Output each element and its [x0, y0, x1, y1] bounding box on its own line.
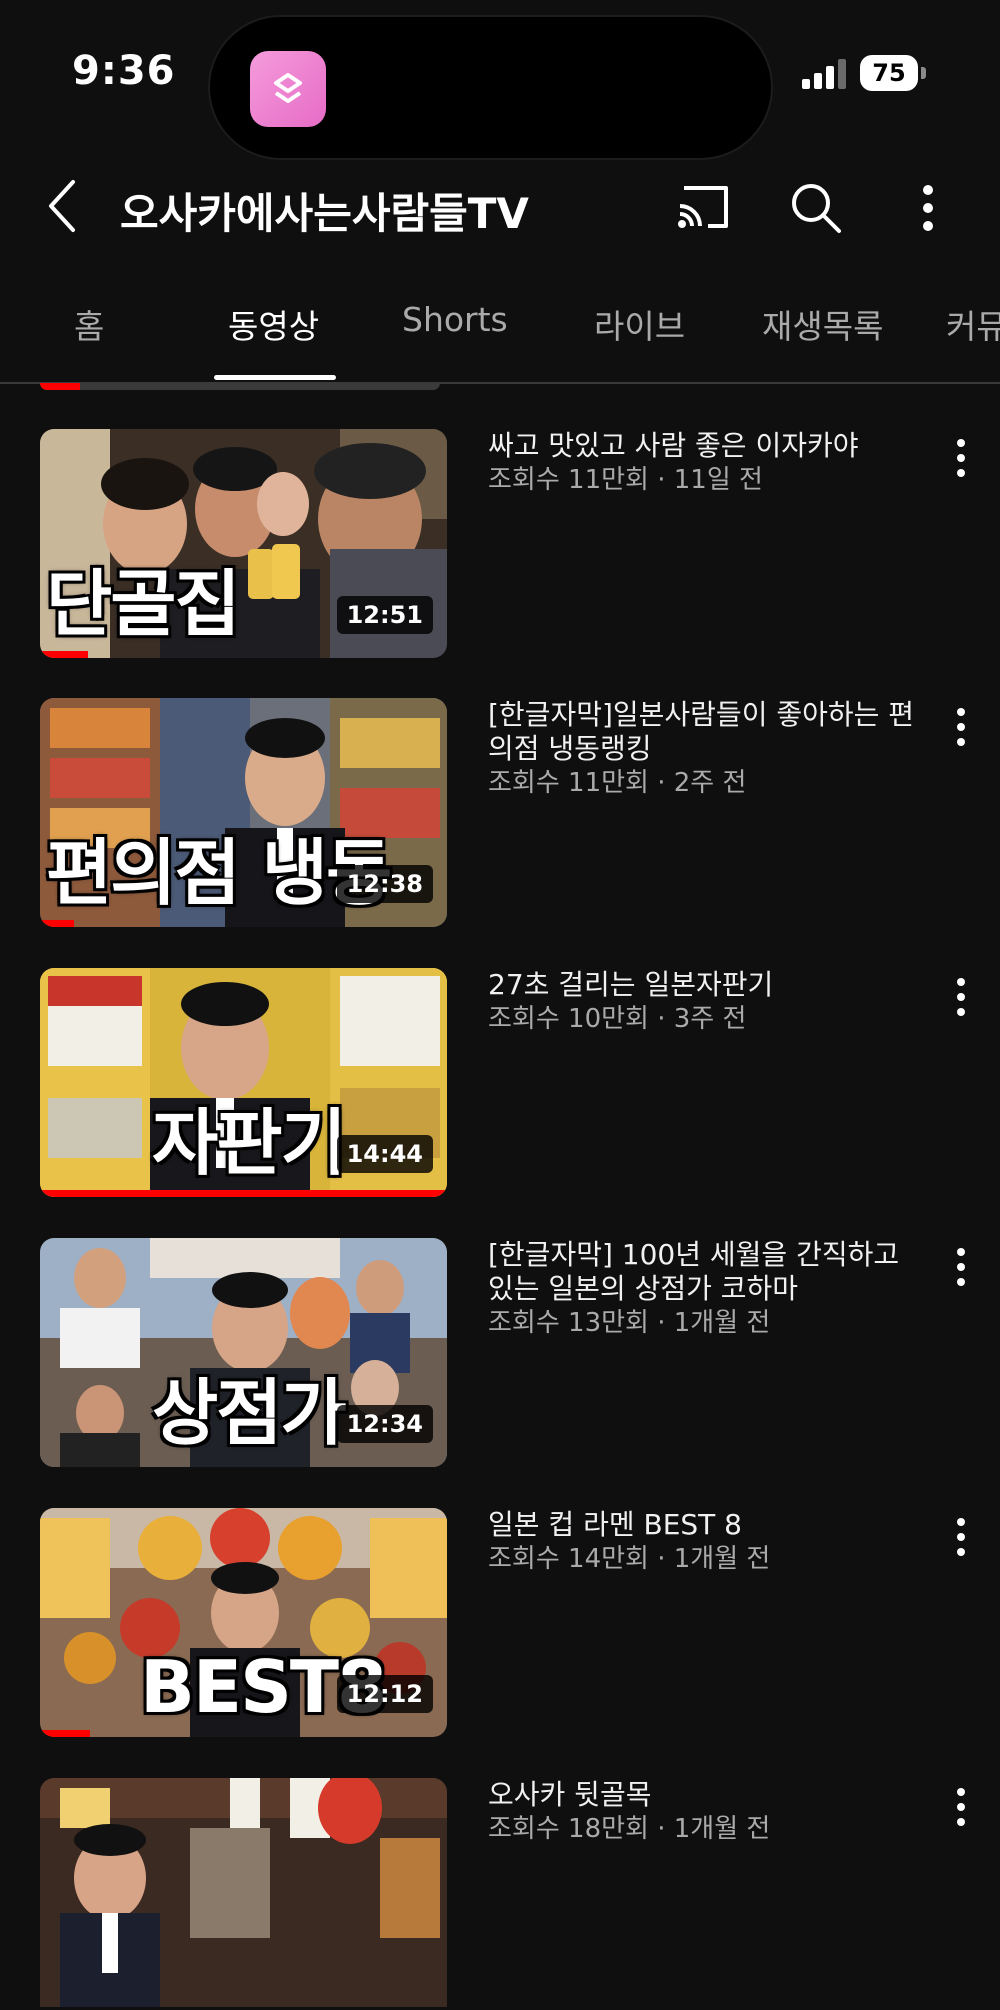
tab-videos[interactable]: 동영상	[228, 300, 319, 348]
video-meta: 조회수 10만회 · 3주 전	[488, 1004, 747, 1034]
video-duration: 12:38	[336, 865, 433, 903]
video-thumbnail[interactable]: 단골집 12:51	[40, 429, 447, 658]
watch-progress-bar	[40, 920, 74, 927]
video-duration: 12:34	[336, 1405, 433, 1443]
video-meta: 조회수 13만회 · 1개월 전	[488, 1308, 771, 1338]
video-more-icon[interactable]	[946, 972, 976, 1022]
video-meta: 조회수 11만회 · 11일 전	[488, 465, 763, 495]
video-item[interactable]: 편의점 냉동 12:38 [한글자막]일본사람들이 좋아하는 편의점 냉동랭킹 …	[0, 698, 1000, 930]
video-thumbnail[interactable]: 편의점 냉동 12:38	[40, 698, 447, 927]
cellular-signal-icon	[802, 59, 846, 89]
watch-progress-bar	[40, 1190, 447, 1197]
battery-icon: 75	[860, 55, 928, 91]
video-thumbnail[interactable]: 자판기 14:44	[40, 968, 447, 1197]
video-title[interactable]: [한글자막]일본사람들이 좋아하는 편의점 냉동랭킹	[488, 698, 928, 766]
video-title[interactable]: 일본 컵 라멘 BEST 8	[488, 1508, 928, 1542]
video-item[interactable]: 상점가 12:34 [한글자막] 100년 세월을 간직하고 있는 일본의 상점…	[0, 1238, 1000, 1470]
video-item[interactable]: BEST8 12:12 일본 컵 라멘 BEST 8 조회수 14만회 · 1개…	[0, 1508, 1000, 1740]
previous-video-thumbnail-edge[interactable]	[40, 383, 440, 390]
video-title[interactable]: 오사카 뒷골목	[488, 1778, 928, 1812]
video-more-icon[interactable]	[946, 433, 976, 483]
search-icon[interactable]	[788, 180, 844, 236]
video-item[interactable]: 단골집 12:51 싸고 맛있고 사람 좋은 이자카야 조회수 11만회 · 1…	[0, 429, 1000, 661]
battery-tip	[921, 67, 926, 79]
status-bar: 9:36 75	[0, 0, 1000, 160]
tab-live[interactable]: 라이브	[594, 300, 685, 348]
video-item[interactable]: 자판기 14:44 27초 걸리는 일본자판기 조회수 10만회 · 3주 전	[0, 968, 1000, 1200]
watch-progress-bar	[40, 383, 80, 390]
video-meta: 조회수 18만회 · 1개월 전	[488, 1814, 771, 1844]
active-tab-indicator	[214, 375, 336, 380]
video-duration: 14:44	[336, 1135, 433, 1173]
video-more-icon[interactable]	[946, 1512, 976, 1562]
video-thumbnail[interactable]: BEST8 12:12	[40, 1508, 447, 1737]
video-duration: 12:51	[336, 596, 433, 634]
tab-home[interactable]: 홈	[74, 300, 104, 348]
channel-header: 오사카에사는사람들TV	[0, 160, 1000, 250]
video-title[interactable]: [한글자막] 100년 세월을 간직하고 있는 일본의 상점가 코하마	[488, 1238, 928, 1306]
video-duration: 12:12	[336, 1675, 433, 1713]
shortcuts-app-icon[interactable]	[250, 51, 326, 127]
tab-playlists[interactable]: 재생목록	[762, 300, 883, 348]
tab-shorts[interactable]: Shorts	[402, 300, 508, 339]
shortcuts-glyph-icon	[274, 73, 302, 103]
more-options-icon[interactable]	[905, 180, 951, 236]
back-arrow-icon	[49, 180, 75, 232]
video-title[interactable]: 싸고 맛있고 사람 좋은 이자카야	[488, 429, 928, 463]
status-time: 9:36	[72, 48, 176, 94]
video-title[interactable]: 27초 걸리는 일본자판기	[488, 968, 928, 1002]
thumbnail-overlay-text: 자판기	[152, 1101, 347, 1185]
watch-progress-bar	[40, 1730, 90, 1737]
video-more-icon[interactable]	[946, 702, 976, 752]
cast-icon[interactable]	[676, 182, 732, 232]
video-meta: 조회수 11만회 · 2주 전	[488, 768, 747, 798]
video-thumbnail[interactable]: 상점가 12:34	[40, 1238, 447, 1467]
channel-title: 오사카에사는사람들TV	[120, 189, 529, 238]
back-button[interactable]	[38, 178, 88, 234]
tab-community[interactable]: 커뮤	[946, 300, 1000, 348]
video-more-icon[interactable]	[946, 1242, 976, 1292]
video-thumbnail[interactable]	[40, 1778, 447, 2007]
thumbnail-overlay-text: 상점가	[152, 1371, 347, 1455]
thumbnail-image	[40, 1778, 447, 2007]
channel-tabs: 홈 동영상 Shorts 라이브 재생목록 커뮤	[0, 270, 1000, 384]
thumbnail-overlay-text: 단골집	[46, 562, 241, 646]
dynamic-island	[208, 15, 773, 160]
video-item[interactable]: 오사카 뒷골목 조회수 18만회 · 1개월 전	[0, 1778, 1000, 2010]
video-more-icon[interactable]	[946, 1782, 976, 1832]
video-meta: 조회수 14만회 · 1개월 전	[488, 1544, 771, 1574]
watch-progress-bar	[40, 651, 88, 658]
battery-level: 75	[860, 55, 918, 91]
